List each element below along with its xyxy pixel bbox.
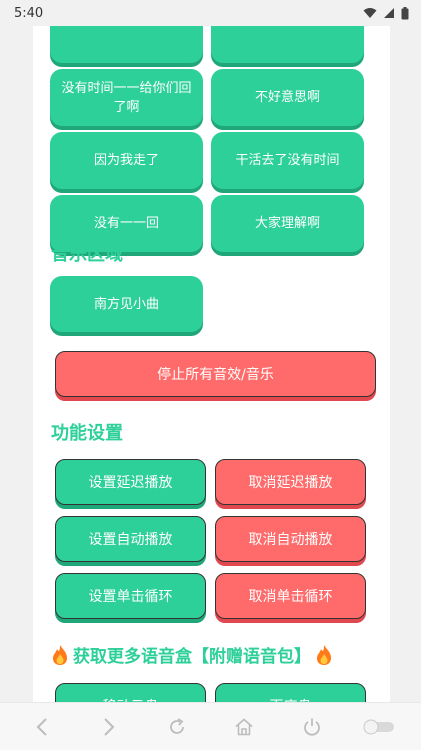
back-icon[interactable] <box>22 707 62 747</box>
signal-icon <box>384 8 394 18</box>
battery-icon <box>401 6 409 19</box>
promo-title-text: 获取更多语音盒【附赠语音包】 <box>73 647 311 667</box>
toggle-icon[interactable] <box>359 707 399 747</box>
refresh-icon[interactable] <box>157 707 197 747</box>
status-bar: 5:40 <box>0 0 421 26</box>
sound-button[interactable]: 大家理解啊 <box>211 195 364 252</box>
download-button-row: 移动云盘 百度盘 <box>55 683 366 702</box>
sound-button[interactable]: 因为我走了 <box>50 132 203 189</box>
promo-title: 获取更多语音盒【附赠语音包】 <box>51 642 361 667</box>
baidu-pan-button[interactable]: 百度盘 <box>215 683 366 702</box>
sound-button[interactable]: 干活去了没有时间 <box>211 132 364 189</box>
sound-button[interactable] <box>211 26 364 63</box>
fire-icon <box>317 644 331 665</box>
forward-icon[interactable] <box>89 707 129 747</box>
sound-button-grid: 没有时间一一给你们回了啊 不好意思啊 因为我走了 干活去了没有时间 没有一一回 … <box>50 26 364 252</box>
sound-button[interactable]: 不好意思啊 <box>211 69 364 126</box>
browser-nav-bar <box>0 702 421 750</box>
sound-button[interactable] <box>50 26 203 63</box>
fire-icon <box>53 644 67 665</box>
cancel-click-loop-button[interactable]: 取消单击循环 <box>215 573 366 619</box>
status-icons <box>363 6 409 20</box>
set-delay-play-button[interactable]: 设置延迟播放 <box>55 459 206 505</box>
music-section-title: 音乐区域 <box>51 244 123 265</box>
page-content: 没有时间一一给你们回了啊 不好意思啊 因为我走了 干活去了没有时间 没有一一回 … <box>33 26 390 702</box>
set-click-loop-button[interactable]: 设置单击循环 <box>55 573 206 619</box>
settings-section-title: 功能设置 <box>51 423 123 444</box>
status-time: 5:40 <box>14 5 44 21</box>
power-icon[interactable] <box>292 707 332 747</box>
wifi-icon <box>363 8 377 18</box>
music-button[interactable]: 南方见小曲 <box>50 276 203 332</box>
cancel-auto-play-button[interactable]: 取消自动播放 <box>215 516 366 562</box>
home-icon[interactable] <box>224 707 264 747</box>
sound-button[interactable]: 没有时间一一给你们回了啊 <box>50 69 203 126</box>
stop-all-button[interactable]: 停止所有音效/音乐 <box>55 351 376 397</box>
settings-button-grid: 设置延迟播放 取消延迟播放 设置自动播放 取消自动播放 设置单击循环 取消单击循… <box>55 459 366 619</box>
cancel-delay-play-button[interactable]: 取消延迟播放 <box>215 459 366 505</box>
mobile-cloud-button[interactable]: 移动云盘 <box>55 683 206 702</box>
set-auto-play-button[interactable]: 设置自动播放 <box>55 516 206 562</box>
